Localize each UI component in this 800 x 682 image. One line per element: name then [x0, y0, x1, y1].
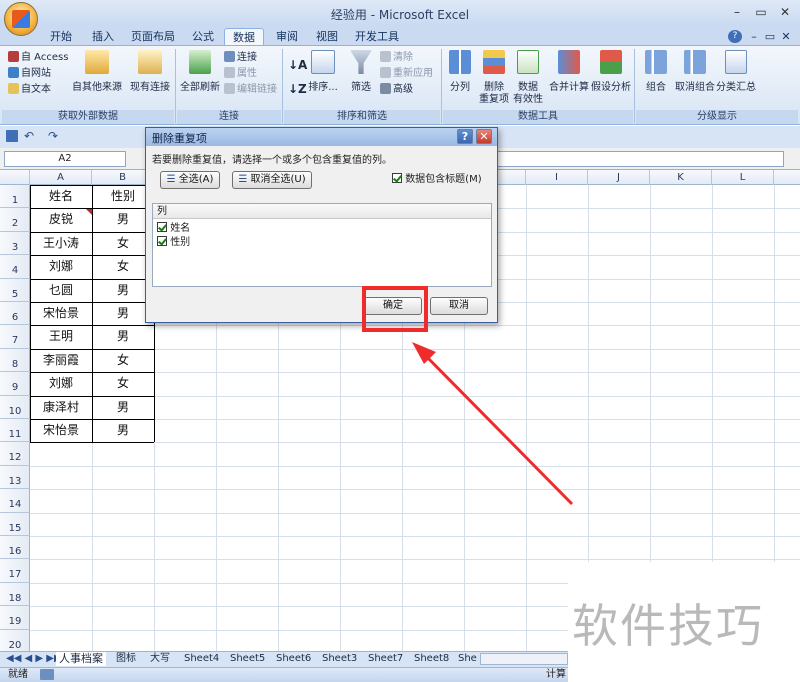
office-button[interactable] — [4, 2, 38, 36]
office-logo-icon — [12, 10, 30, 28]
annotation-arrow — [412, 342, 574, 506]
